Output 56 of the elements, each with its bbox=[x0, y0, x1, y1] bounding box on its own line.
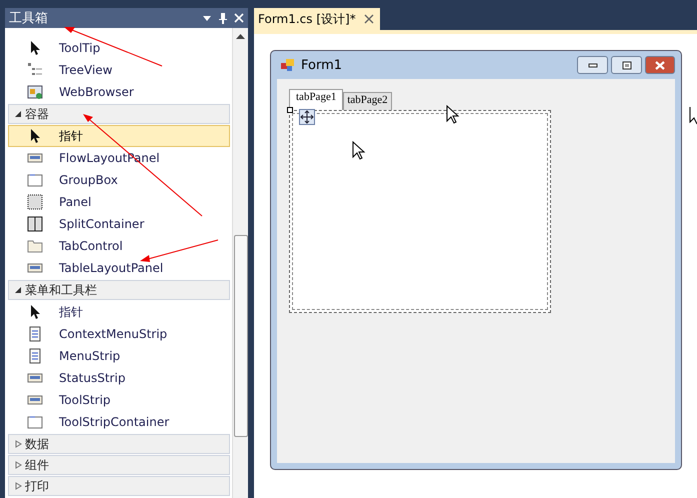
folder-icon bbox=[27, 238, 43, 254]
panel-icon bbox=[27, 194, 43, 210]
minimize-button[interactable] bbox=[577, 56, 608, 74]
toolbox-item[interactable]: TableLayoutPanel bbox=[8, 257, 230, 279]
form-icon bbox=[281, 58, 295, 72]
cursor-icon bbox=[352, 141, 366, 161]
frame-icon bbox=[27, 172, 43, 188]
toolbox-item[interactable]: StatusStrip bbox=[8, 367, 230, 389]
close-icon[interactable] bbox=[364, 14, 374, 24]
category-header[interactable]: 容器 bbox=[8, 104, 230, 124]
toolbox-item[interactable]: Panel bbox=[8, 191, 230, 213]
collapsed-icon bbox=[14, 461, 22, 469]
collapsed-icon bbox=[14, 482, 22, 490]
expanded-icon bbox=[14, 286, 22, 294]
cursor-icon bbox=[446, 105, 460, 125]
maximize-icon bbox=[622, 60, 632, 70]
menu-icon bbox=[27, 326, 43, 342]
panel-title: 工具箱 bbox=[9, 10, 48, 27]
toolbox-item[interactable]: ToolStripContainer bbox=[8, 411, 230, 433]
collapsed-icon bbox=[14, 440, 22, 448]
category-header[interactable]: 组件 bbox=[8, 455, 230, 475]
pin-icon[interactable] bbox=[218, 12, 228, 24]
form-title: Form1 bbox=[301, 58, 342, 72]
category-header[interactable]: 菜单和工具栏 bbox=[8, 280, 230, 300]
category-header[interactable]: 打印 bbox=[8, 476, 230, 496]
toolbox-item[interactable]: TreeView bbox=[8, 59, 230, 81]
form-window[interactable]: Form1 tabPage1 tabPage2 bbox=[270, 50, 682, 470]
toolbox-item[interactable]: WebBrowser bbox=[8, 81, 230, 103]
category-header[interactable]: 数据 bbox=[8, 434, 230, 454]
toolbox-item[interactable]: ContextMenuStrip bbox=[8, 323, 230, 345]
resize-handle-icon[interactable] bbox=[287, 107, 293, 113]
tab[interactable]: tabPage2 bbox=[343, 92, 392, 110]
document-tab[interactable]: Form1.cs [设计]* bbox=[254, 8, 380, 30]
toolbox-item[interactable]: 指针 bbox=[8, 301, 230, 323]
toolbox-item[interactable]: TabControl bbox=[8, 235, 230, 257]
tree-icon bbox=[27, 62, 43, 78]
toolbox-item[interactable]: ToolTip bbox=[8, 37, 230, 59]
window-icon bbox=[27, 84, 43, 100]
split-panel-icon bbox=[27, 216, 43, 232]
toolbox-item[interactable]: MenuStrip bbox=[8, 345, 230, 367]
expanded-icon bbox=[14, 110, 22, 118]
close-button[interactable] bbox=[645, 56, 675, 74]
menu-icon bbox=[27, 348, 43, 364]
move-handle-icon[interactable] bbox=[299, 109, 315, 125]
scroll-up-icon[interactable] bbox=[236, 33, 245, 39]
minimize-icon bbox=[588, 62, 598, 68]
dropdown-icon[interactable] bbox=[202, 13, 212, 23]
frame-icon bbox=[27, 414, 43, 430]
tab[interactable]: tabPage1 bbox=[289, 89, 344, 110]
maximize-button[interactable] bbox=[611, 56, 642, 74]
toolbox-item[interactable]: GroupBox bbox=[8, 169, 230, 191]
toolbox-item[interactable]: ToolStrip bbox=[8, 389, 230, 411]
toolbox-item[interactable]: 指针 bbox=[8, 125, 230, 147]
scrollbar[interactable] bbox=[232, 28, 248, 498]
toolbox-item[interactable]: SplitContainer bbox=[8, 213, 230, 235]
close-icon bbox=[654, 60, 666, 70]
